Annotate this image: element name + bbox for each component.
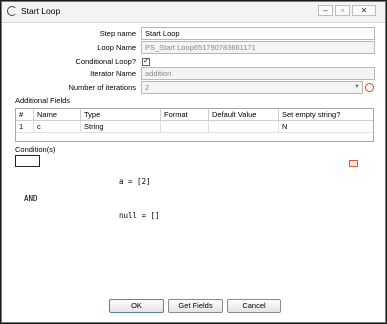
col-name-header[interactable]: Name [34,109,81,121]
conditions-label: Condition(s) [15,145,56,154]
step-name-label: Step name [99,29,136,38]
col-default-header[interactable]: Default Value [209,109,279,121]
iterations-label: Number of iterations [68,83,136,92]
row-default-cell[interactable] [209,121,279,133]
col-empty-header[interactable]: Set empty string? [279,109,373,121]
condition-1[interactable]: a = [2] [119,177,151,186]
row-empty-cell[interactable]: N [279,121,373,133]
conditional-loop-label: Conditional Loop? [75,57,136,66]
condition-2[interactable]: null = [] [119,211,160,220]
col-type-header[interactable]: Type [81,109,161,121]
warning-icon [365,83,374,92]
maximize-icon: ▫ [341,6,344,15]
minimize-icon: – [323,6,328,15]
row-num-cell[interactable]: 1 [16,121,34,133]
cancel-button[interactable]: Cancel [227,299,281,313]
row-name-cell[interactable]: c [34,121,81,133]
iterations-select[interactable]: 2 ▼ [141,81,363,94]
minimize-button[interactable]: – [318,5,333,16]
condition-negate-box[interactable] [15,155,40,167]
maximize-button[interactable]: ▫ [335,5,350,16]
col-num-header[interactable]: # [16,109,34,121]
col-format-header[interactable]: Format [161,109,209,121]
iterations-value: 2 [145,83,150,92]
chevron-down-icon: ▼ [354,84,360,90]
step-name-input[interactable]: Start Loop [141,27,375,40]
loop-name-label: Loop Name [97,43,136,52]
start-loop-dialog: Start Loop – ▫ ✕ Step name Start Loop Lo… [1,1,386,323]
loop-name-input[interactable]: PS_Start Loop651790783661171 [141,41,375,54]
conditional-loop-checkbox[interactable] [142,56,150,66]
condition-operator[interactable]: AND [24,194,38,203]
close-button[interactable]: ✕ [352,5,376,16]
iterator-name-input[interactable]: addition [141,67,375,80]
row-format-cell[interactable] [161,121,209,133]
delete-condition-icon[interactable] [349,160,358,167]
close-icon: ✕ [360,6,368,15]
window-title: Start Loop [21,6,61,16]
additional-fields-label: Additional Fields [15,96,71,105]
get-fields-button[interactable]: Get Fields [168,299,223,313]
fields-table: # Name Type Format Default Value Set emp… [15,108,374,142]
iterator-name-label: Iterator Name [90,69,136,78]
row-type-cell[interactable]: String [81,121,161,133]
ok-button[interactable]: OK [109,299,164,313]
loop-icon [7,6,17,16]
title-bar: Start Loop – ▫ ✕ [2,2,385,23]
